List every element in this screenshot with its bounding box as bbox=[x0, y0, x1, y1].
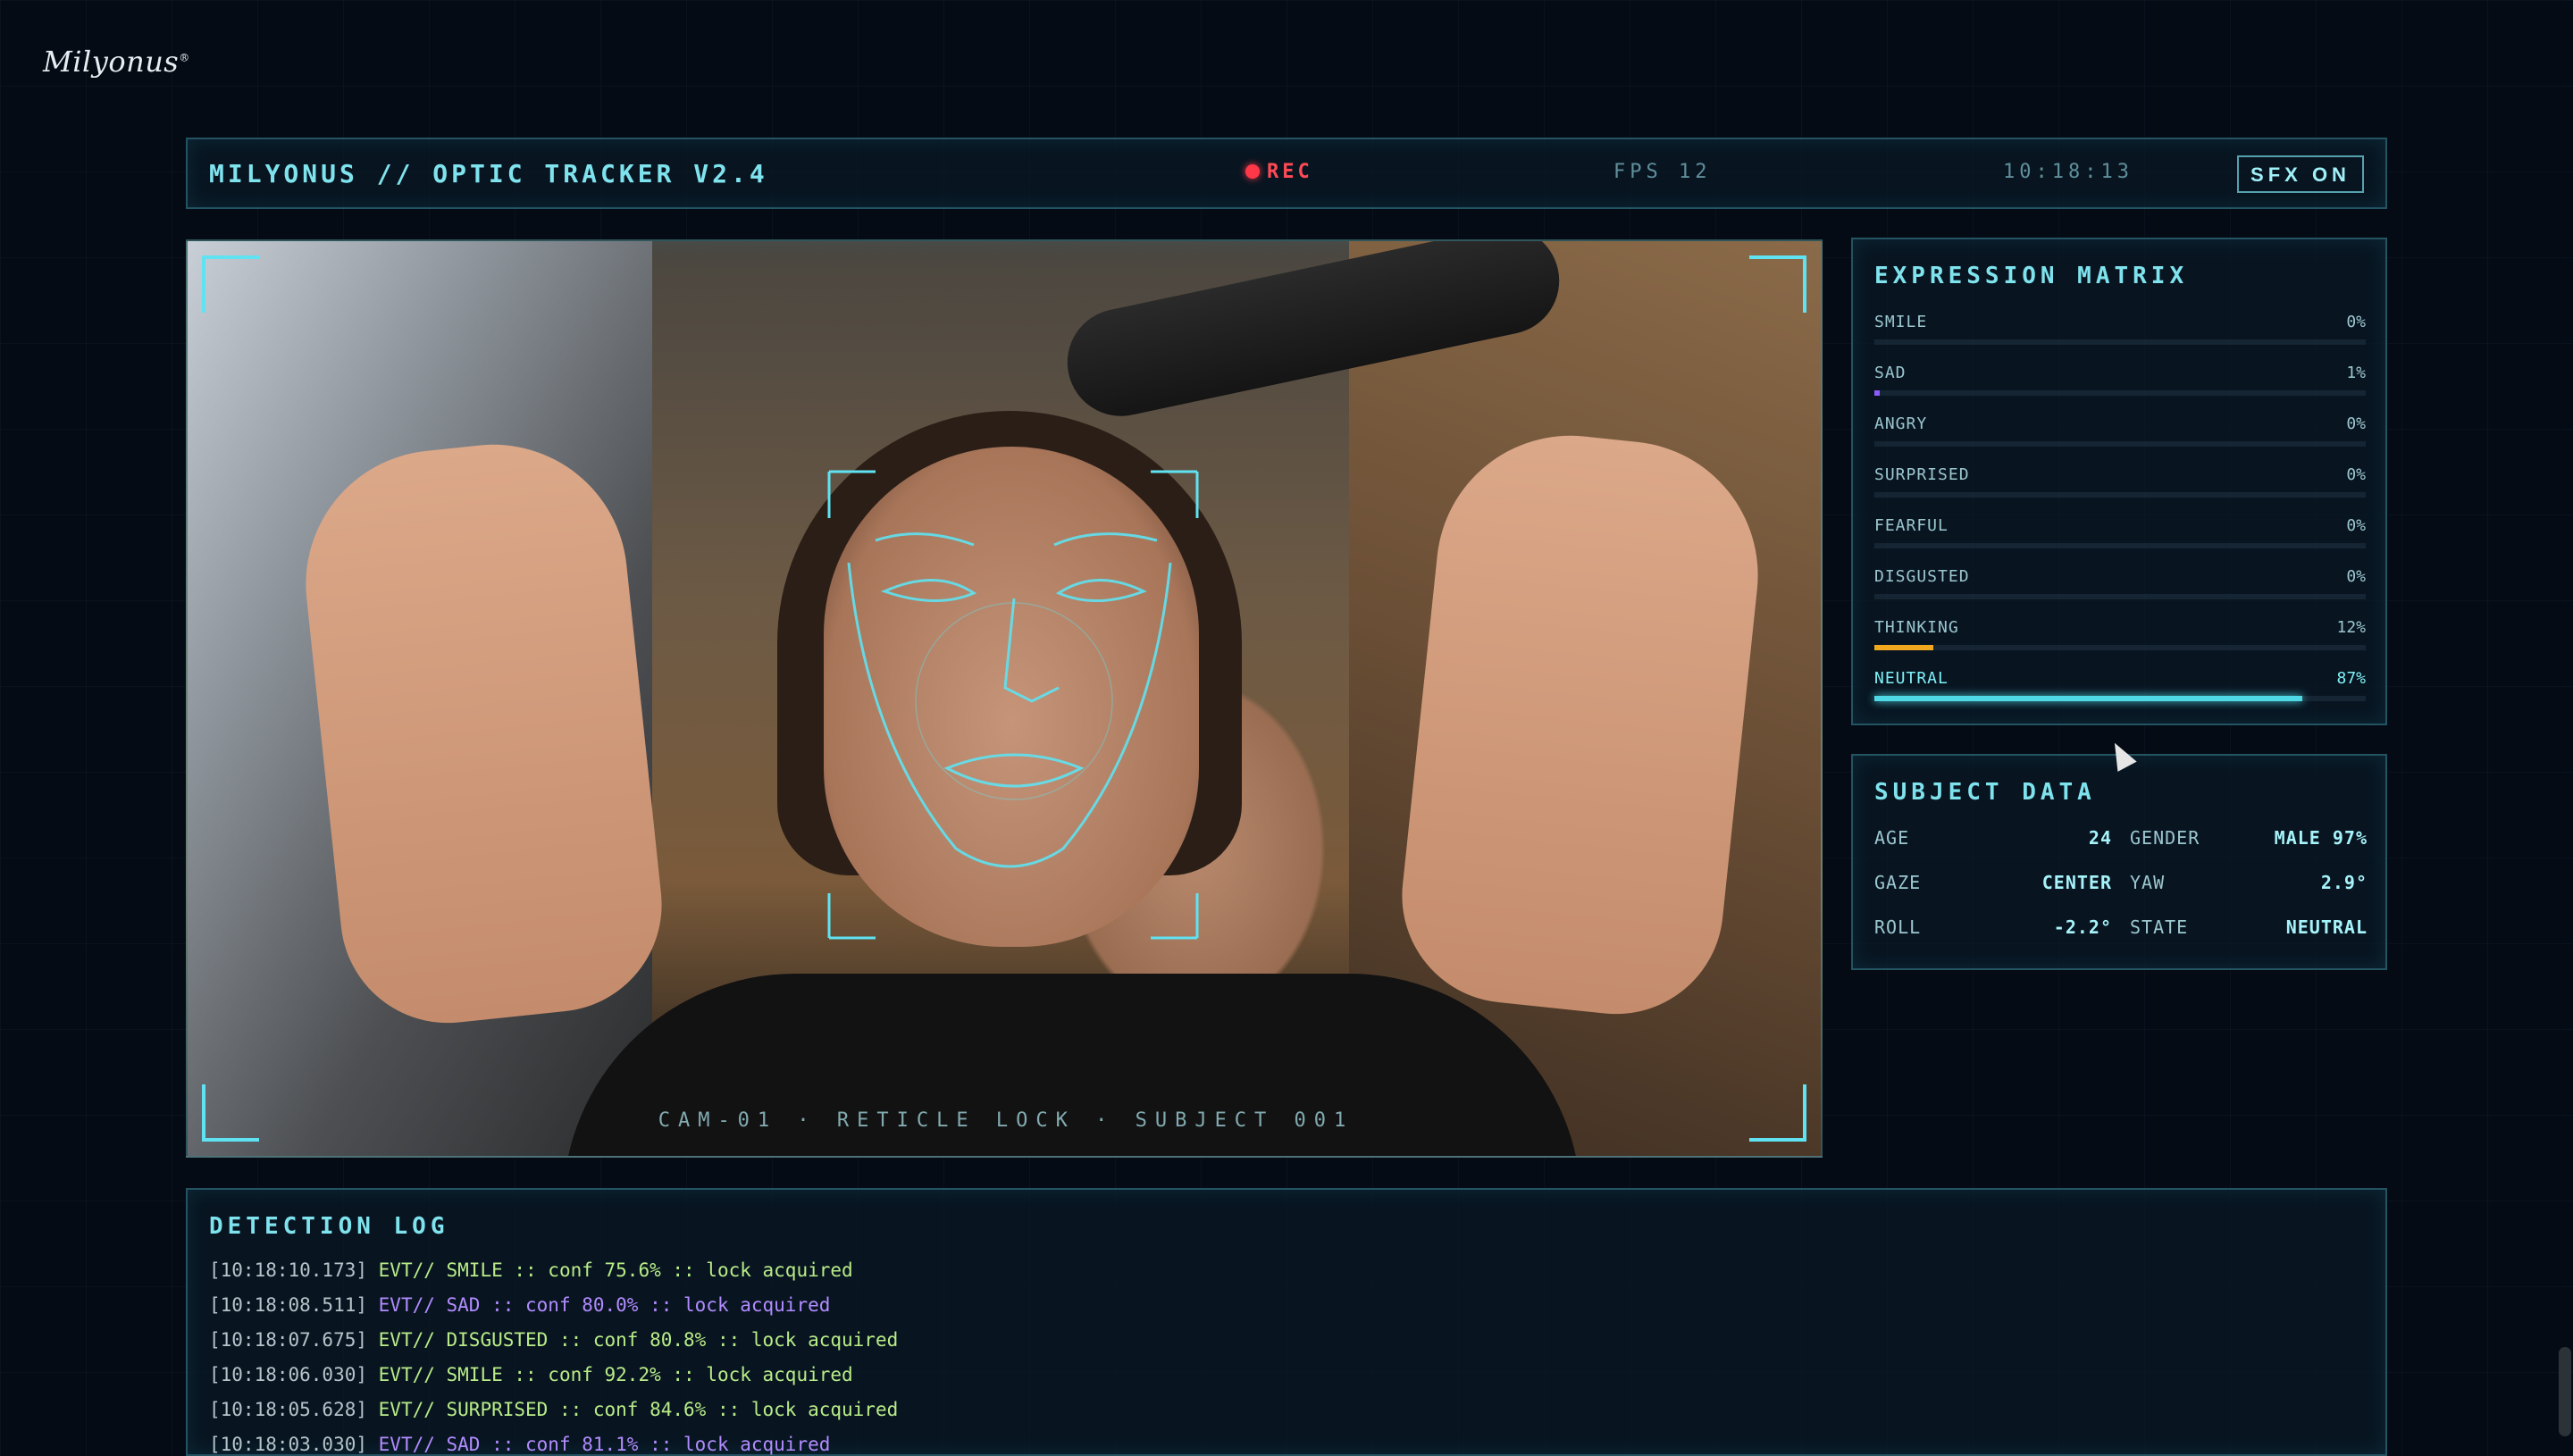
expression-bar-fill bbox=[1874, 645, 1933, 650]
subject-field-value: 24 bbox=[2088, 827, 2112, 849]
face-center-ring bbox=[915, 602, 1113, 800]
log-message: EVT// SAD :: conf 81.1% :: lock acquired bbox=[367, 1434, 831, 1455]
expression-label: ANGRY bbox=[1874, 414, 1928, 433]
expression-bar-track bbox=[1874, 696, 2366, 701]
expression-value: 87% bbox=[2336, 669, 2366, 688]
camera-feed: CAM-01 · RETICLE LOCK · SUBJECT 001 bbox=[186, 239, 1823, 1158]
left-brow bbox=[875, 532, 975, 547]
brand-logo: Milyonus® bbox=[43, 45, 190, 79]
jaw-outline bbox=[847, 562, 1172, 868]
log-timestamp: [10:18:08.511] bbox=[209, 1294, 368, 1316]
expression-bar-track bbox=[1874, 441, 2366, 447]
rec-indicator: REC bbox=[1245, 161, 1313, 183]
expression-value: 0% bbox=[2346, 414, 2366, 433]
log-timestamp: [10:18:03.030] bbox=[209, 1434, 368, 1455]
log-entry: [10:18:03.030] EVT// SAD :: conf 81.1% :… bbox=[209, 1434, 830, 1455]
log-entry: [10:18:05.628] EVT// SURPRISED :: conf 8… bbox=[209, 1399, 898, 1420]
face-mesh-overlay bbox=[827, 470, 1199, 940]
expression-bar-track bbox=[1874, 492, 2366, 498]
subject-data-title: SUBJECT DATA bbox=[1874, 779, 2096, 806]
feed-caption: CAM-01 · RETICLE LOCK · SUBJECT 001 bbox=[658, 1109, 1354, 1132]
trademark-mark: ® bbox=[179, 51, 190, 64]
rec-label: REC bbox=[1267, 161, 1313, 183]
expression-bar-track bbox=[1874, 390, 2366, 396]
expression-bar-fill bbox=[1874, 696, 2302, 701]
log-message: EVT// SMILE :: conf 92.2% :: lock acquir… bbox=[367, 1364, 853, 1385]
brand-logo-text: Milyonus bbox=[43, 45, 180, 79]
expression-value: 0% bbox=[2346, 516, 2366, 535]
expression-row-neutral: NEUTRAL 87% bbox=[1874, 669, 2366, 715]
expression-value: 0% bbox=[2346, 313, 2366, 331]
expression-bar-track bbox=[1874, 645, 2366, 650]
log-timestamp: [10:18:05.628] bbox=[209, 1399, 368, 1420]
subject-field-value: MALE 97% bbox=[2274, 827, 2368, 849]
sfx-toggle-button[interactable]: SFX ON bbox=[2237, 155, 2364, 193]
expression-matrix-panel: EXPRESSION MATRIX SMILE 0% SAD 1% ANGRY 0% SUR… bbox=[1851, 238, 2387, 725]
subject-field-value: -2.2° bbox=[2053, 916, 2112, 938]
log-entry: [10:18:10.173] EVT// SMILE :: conf 75.6%… bbox=[209, 1259, 853, 1281]
subject-data-panel: SUBJECT DATA AGE 24 GENDER MALE 97% GAZE CENT… bbox=[1851, 754, 2387, 970]
log-message: EVT// SAD :: conf 80.0% :: lock acquired bbox=[367, 1294, 831, 1316]
expression-label: SMILE bbox=[1874, 313, 1928, 331]
expression-value: 0% bbox=[2346, 567, 2366, 586]
app-title: MILYONUS // OPTIC TRACKER V2.4 bbox=[209, 159, 768, 188]
subject-field-label: GENDER bbox=[2130, 827, 2200, 849]
expression-label: SURPRISED bbox=[1874, 465, 1970, 484]
mouth bbox=[943, 753, 1085, 788]
header-bar: MILYONUS // OPTIC TRACKER V2.4 REC FPS 1… bbox=[186, 138, 2387, 209]
log-entry: [10:18:07.675] EVT// DISGUSTED :: conf 8… bbox=[209, 1329, 898, 1351]
expression-row-smile: SMILE 0% bbox=[1874, 313, 2366, 359]
rec-dot-icon bbox=[1245, 164, 1260, 179]
log-entry: [10:18:06.030] EVT// SMILE :: conf 92.2%… bbox=[209, 1364, 853, 1385]
log-timestamp: [10:18:06.030] bbox=[209, 1364, 368, 1385]
frame-corner-tr bbox=[1749, 255, 1806, 313]
expression-label: FEARFUL bbox=[1874, 516, 1949, 535]
log-timestamp: [10:18:07.675] bbox=[209, 1329, 368, 1351]
expression-value: 0% bbox=[2346, 465, 2366, 484]
log-entry: [10:18:08.511] EVT// SAD :: conf 80.0% :… bbox=[209, 1294, 830, 1316]
expression-bar-track bbox=[1874, 594, 2366, 599]
clock-readout: 10:18:13 bbox=[2003, 161, 2133, 183]
expression-label: SAD bbox=[1874, 364, 1907, 382]
detection-log-title: DETECTION LOG bbox=[209, 1213, 449, 1240]
expression-row-surprised: SURPRISED 0% bbox=[1874, 465, 2366, 512]
expression-label: THINKING bbox=[1874, 618, 1959, 637]
subject-field-label: STATE bbox=[2130, 916, 2189, 938]
subject-field-label: AGE bbox=[1874, 827, 1910, 849]
fps-readout: FPS 12 bbox=[1613, 161, 1712, 183]
detection-log-panel: DETECTION LOG [10:18:10.173] EVT// SMILE… bbox=[186, 1188, 2387, 1456]
right-eye bbox=[1055, 579, 1147, 602]
expression-row-fearful: FEARFUL 0% bbox=[1874, 516, 2366, 563]
expression-value: 1% bbox=[2346, 364, 2366, 382]
subject-field-value: CENTER bbox=[2041, 872, 2112, 893]
expression-row-disgusted: DISGUSTED 0% bbox=[1874, 567, 2366, 614]
expression-label: DISGUSTED bbox=[1874, 567, 1970, 586]
right-brow bbox=[1053, 532, 1158, 547]
expression-row-sad: SAD 1% bbox=[1874, 364, 2366, 410]
subject-field-value: 2.9° bbox=[2320, 872, 2368, 893]
nose bbox=[1003, 598, 1060, 703]
subject-field-value: NEUTRAL bbox=[2285, 916, 2368, 938]
expression-row-thinking: THINKING 12% bbox=[1874, 618, 2366, 665]
subject-field-label: GAZE bbox=[1874, 872, 1922, 893]
log-message: EVT// SMILE :: conf 75.6% :: lock acquir… bbox=[367, 1259, 853, 1281]
page-scrollbar-thumb[interactable] bbox=[2559, 1347, 2571, 1436]
expression-bar-fill bbox=[1874, 390, 1880, 396]
expression-label: NEUTRAL bbox=[1874, 669, 1949, 688]
expression-row-angry: ANGRY 0% bbox=[1874, 414, 2366, 461]
subject-field-label: YAW bbox=[2130, 872, 2166, 893]
left-eye bbox=[880, 579, 977, 603]
expression-matrix-title: EXPRESSION MATRIX bbox=[1874, 263, 2189, 289]
frame-corner-tl bbox=[202, 255, 259, 313]
log-timestamp: [10:18:10.173] bbox=[209, 1259, 368, 1281]
log-message: EVT// SURPRISED :: conf 84.6% :: lock ac… bbox=[367, 1399, 899, 1420]
expression-bar-track bbox=[1874, 339, 2366, 345]
expression-bar-track bbox=[1874, 543, 2366, 548]
log-message: EVT// DISGUSTED :: conf 80.8% :: lock ac… bbox=[367, 1329, 899, 1351]
expression-value: 12% bbox=[2336, 618, 2366, 637]
subject-field-label: ROLL bbox=[1874, 916, 1922, 938]
